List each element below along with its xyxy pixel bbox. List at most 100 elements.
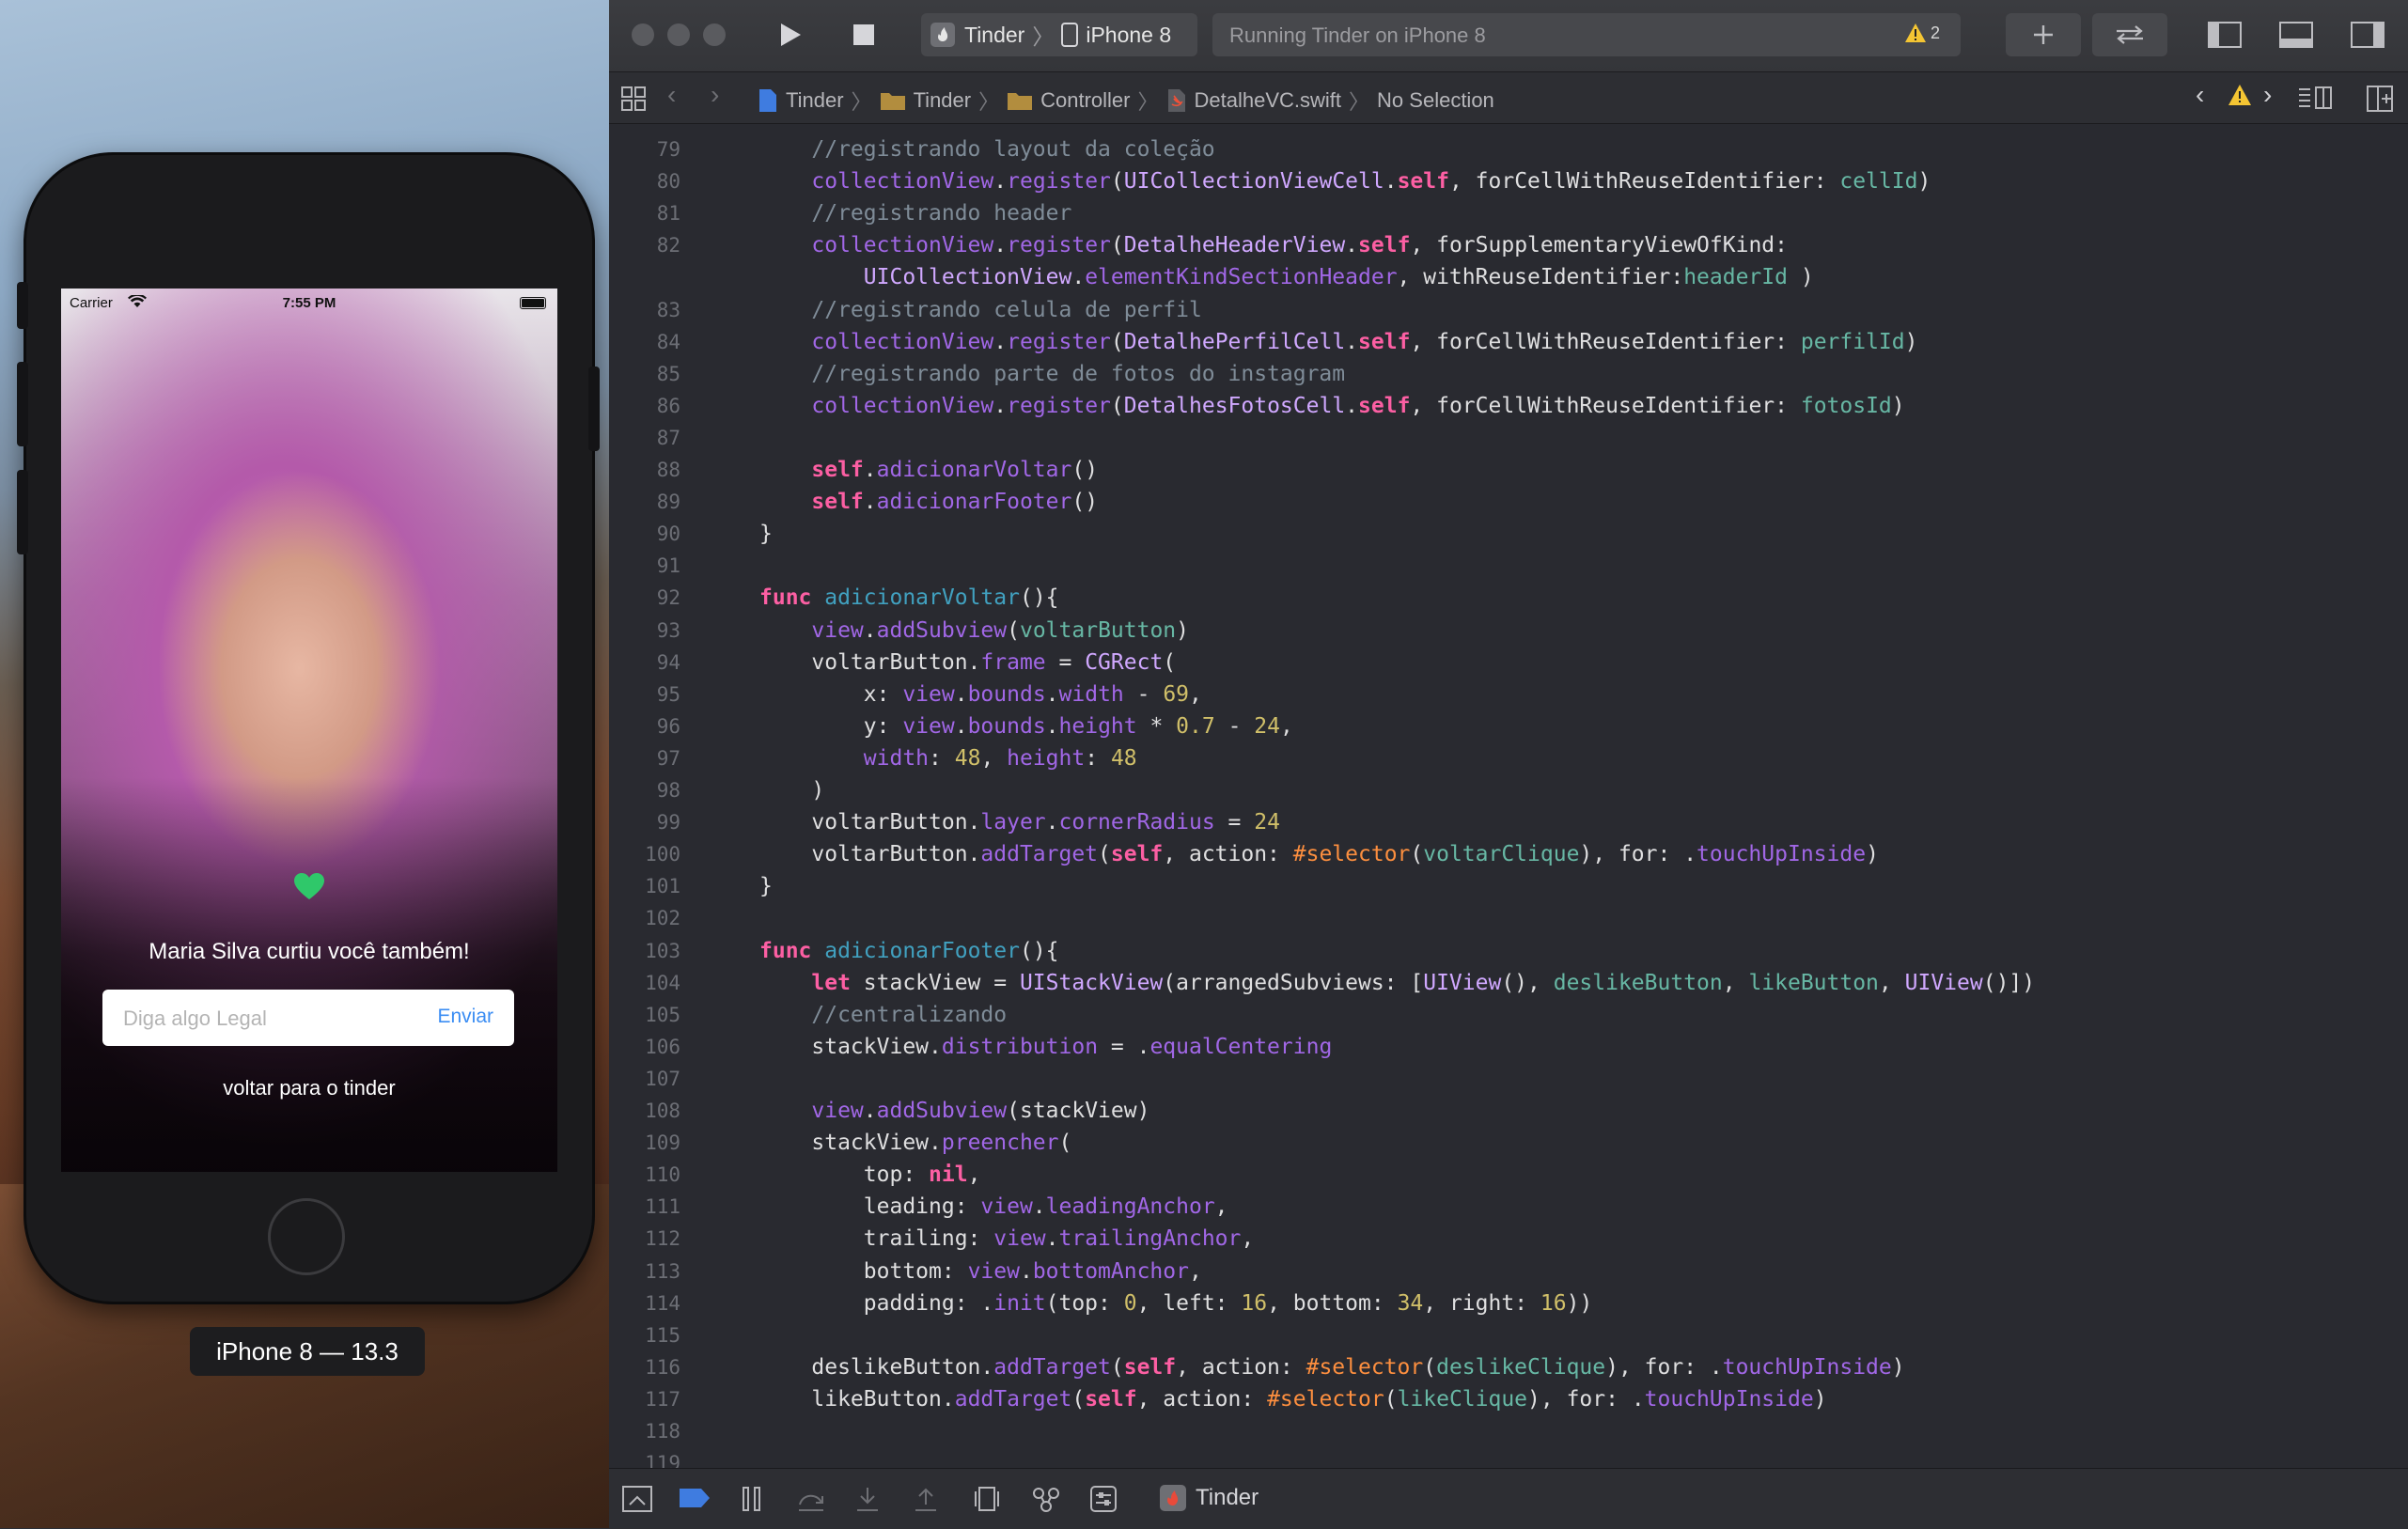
code-review-button[interactable]: [2092, 13, 2167, 56]
code-text: collectionView.register(UICollectionView…: [811, 169, 1931, 195]
add-editor-button[interactable]: [2367, 86, 2393, 112]
toggle-inspector-button[interactable]: [2335, 13, 2400, 56]
code-line[interactable]: 81 //registrando header: [609, 197, 2408, 229]
code-line[interactable]: 80 collectionView.register(UICollectionV…: [609, 165, 2408, 197]
code-line[interactable]: 99 voltarButton.layer.cornerRadius = 24: [609, 806, 2408, 838]
code-line[interactable]: 94 voltarButton.frame = CGRect(: [609, 647, 2408, 679]
code-line[interactable]: 107: [609, 1063, 2408, 1095]
zoom-window-button[interactable]: [703, 23, 726, 46]
code-line[interactable]: 102: [609, 902, 2408, 934]
volume-up-button[interactable]: [17, 362, 28, 446]
power-button[interactable]: [588, 367, 600, 451]
plus-icon: [2034, 25, 2053, 44]
editor-options-button[interactable]: [2297, 86, 2333, 110]
code-line[interactable]: 110 top: nil,: [609, 1159, 2408, 1191]
code-line[interactable]: 100 voltarButton.addTarget(self, action:…: [609, 838, 2408, 870]
code-line[interactable]: 88 self.adicionarVoltar(): [609, 454, 2408, 486]
back-to-tinder-button[interactable]: voltar para o tinder: [61, 1076, 557, 1100]
step-out-button[interactable]: [914, 1486, 938, 1517]
code-line[interactable]: 113 bottom: view.bottomAnchor,: [609, 1256, 2408, 1287]
code-line[interactable]: 93 view.addSubview(voltarButton): [609, 615, 2408, 647]
code-line[interactable]: 86 collectionView.register(DetalhesFotos…: [609, 390, 2408, 422]
close-window-button[interactable]: [632, 23, 654, 46]
code-line[interactable]: 117 likeButton.addTarget(self, action: #…: [609, 1383, 2408, 1415]
step-out-icon: [915, 1488, 936, 1511]
code-text: bottom: view.bottomAnchor,: [759, 1258, 1202, 1284]
debug-bar: Tinder: [609, 1468, 2408, 1529]
source-editor[interactable]: 79 //registrando layout da coleção 80 col…: [609, 124, 2408, 1468]
environment-overrides-button[interactable]: [1090, 1486, 1117, 1517]
code-text: voltarButton.addTarget(self, action: #se…: [759, 842, 1879, 867]
code-line[interactable]: 118: [609, 1415, 2408, 1447]
code-line[interactable]: 105 //centralizando: [609, 999, 2408, 1031]
next-issue-button[interactable]: ›: [2263, 80, 2272, 110]
related-items-button[interactable]: [620, 86, 647, 112]
code-line[interactable]: 79 //registrando layout da coleção: [609, 133, 2408, 165]
code-line[interactable]: 91: [609, 550, 2408, 582]
code-text: let stackView = UIStackView(arrangedSubv…: [811, 970, 2036, 995]
send-button[interactable]: Enviar: [437, 1006, 493, 1028]
code-line[interactable]: 82 collectionView.register(DetalheHeader…: [609, 229, 2408, 261]
breadcrumb-folder: Controller: [1040, 88, 1131, 112]
mute-switch[interactable]: [17, 282, 28, 329]
code-line[interactable]: 109 stackView.preencher(: [609, 1127, 2408, 1159]
code-line[interactable]: 89 self.adicionarFooter(): [609, 486, 2408, 518]
code-line[interactable]: 87: [609, 422, 2408, 454]
code-text: likeButton.addTarget(self, action: #sele…: [759, 1386, 1827, 1412]
code-line[interactable]: 96 y: view.bounds.height * 0.7 - 24,: [609, 710, 2408, 742]
code-line[interactable]: 114 padding: .init(top: 0, left: 16, bot…: [609, 1287, 2408, 1319]
code-line[interactable]: 103 func adicionarFooter(){: [609, 935, 2408, 967]
code-line[interactable]: 83 //registrando celula de perfil: [609, 294, 2408, 326]
breadcrumb-group: Tinder: [913, 88, 972, 112]
debug-target[interactable]: Tinder: [1160, 1485, 1259, 1511]
code-line[interactable]: 111 leading: view.leadingAnchor,: [609, 1191, 2408, 1223]
step-into-button[interactable]: [855, 1486, 880, 1517]
chevron-right-icon: 〉: [1349, 90, 1370, 114]
issue-indicator[interactable]: [2228, 84, 2252, 106]
code-line[interactable]: 98 ): [609, 774, 2408, 806]
code-line[interactable]: 104 let stackView = UIStackView(arranged…: [609, 967, 2408, 999]
code-line[interactable]: 116 deslikeButton.addTarget(self, action…: [609, 1351, 2408, 1383]
code-line[interactable]: 106 stackView.distribution = .equalCente…: [609, 1031, 2408, 1063]
code-line[interactable]: 84 collectionView.register(DetalhePerfil…: [609, 326, 2408, 358]
code-line[interactable]: 95 x: view.bounds.width - 69,: [609, 679, 2408, 710]
code-line[interactable]: 92 func adicionarVoltar(){: [609, 582, 2408, 614]
code-line[interactable]: 101}: [609, 870, 2408, 902]
minimize-window-button[interactable]: [667, 23, 690, 46]
scheme-selector[interactable]: Tinder 〉 iPhone 8: [921, 13, 1197, 56]
code-line[interactable]: 108 view.addSubview(stackView): [609, 1095, 2408, 1127]
run-button[interactable]: [765, 15, 816, 55]
back-navigation-button[interactable]: ‹: [667, 80, 676, 110]
simulator-screen[interactable]: Carrier 7:55 PM Maria Silva curtiu você …: [61, 289, 557, 1172]
previous-issue-button[interactable]: ‹: [2196, 80, 2204, 110]
code-line[interactable]: 85 //registrando parte de fotos do insta…: [609, 358, 2408, 390]
line-number: 86: [656, 394, 680, 417]
message-input[interactable]: [121, 990, 407, 1048]
code-line[interactable]: 119: [609, 1447, 2408, 1468]
volume-down-button[interactable]: [17, 470, 28, 554]
hide-debug-area-button[interactable]: [622, 1486, 652, 1517]
toggle-debug-area-button[interactable]: [2263, 13, 2329, 56]
step-over-button[interactable]: [797, 1486, 825, 1517]
line-number: 117: [645, 1387, 680, 1411]
code-text: voltarButton.layer.cornerRadius = 24: [759, 810, 1280, 835]
memory-graph-button[interactable]: [1032, 1486, 1060, 1517]
stop-button[interactable]: [838, 15, 889, 55]
code-line[interactable]: 90}: [609, 518, 2408, 550]
code-text: width: 48, height: 48: [863, 745, 1137, 771]
library-button[interactable]: [2006, 13, 2081, 56]
code-line[interactable]: 97 width: 48, height: 48: [609, 742, 2408, 774]
code-line[interactable]: 115: [609, 1319, 2408, 1351]
warnings-indicator[interactable]: 2: [1904, 23, 1940, 43]
line-number: 119: [645, 1452, 680, 1468]
view-hierarchy-button[interactable]: [974, 1486, 1000, 1517]
pause-button[interactable]: [741, 1486, 763, 1517]
breadcrumb[interactable]: Tinder 〉 Tinder 〉 Controller 〉 DetalheVC…: [758, 86, 1494, 116]
code-line[interactable]: 112 trailing: view.trailingAnchor,: [609, 1223, 2408, 1255]
home-button[interactable]: [268, 1198, 345, 1275]
status-bar: Carrier 7:55 PM: [61, 289, 557, 317]
breakpoints-toggle-button[interactable]: [679, 1488, 711, 1513]
code-line[interactable]: UICollectionView.elementKindSectionHeade…: [609, 261, 2408, 293]
forward-navigation-button[interactable]: ›: [711, 80, 719, 110]
toggle-navigator-button[interactable]: [2192, 13, 2258, 56]
